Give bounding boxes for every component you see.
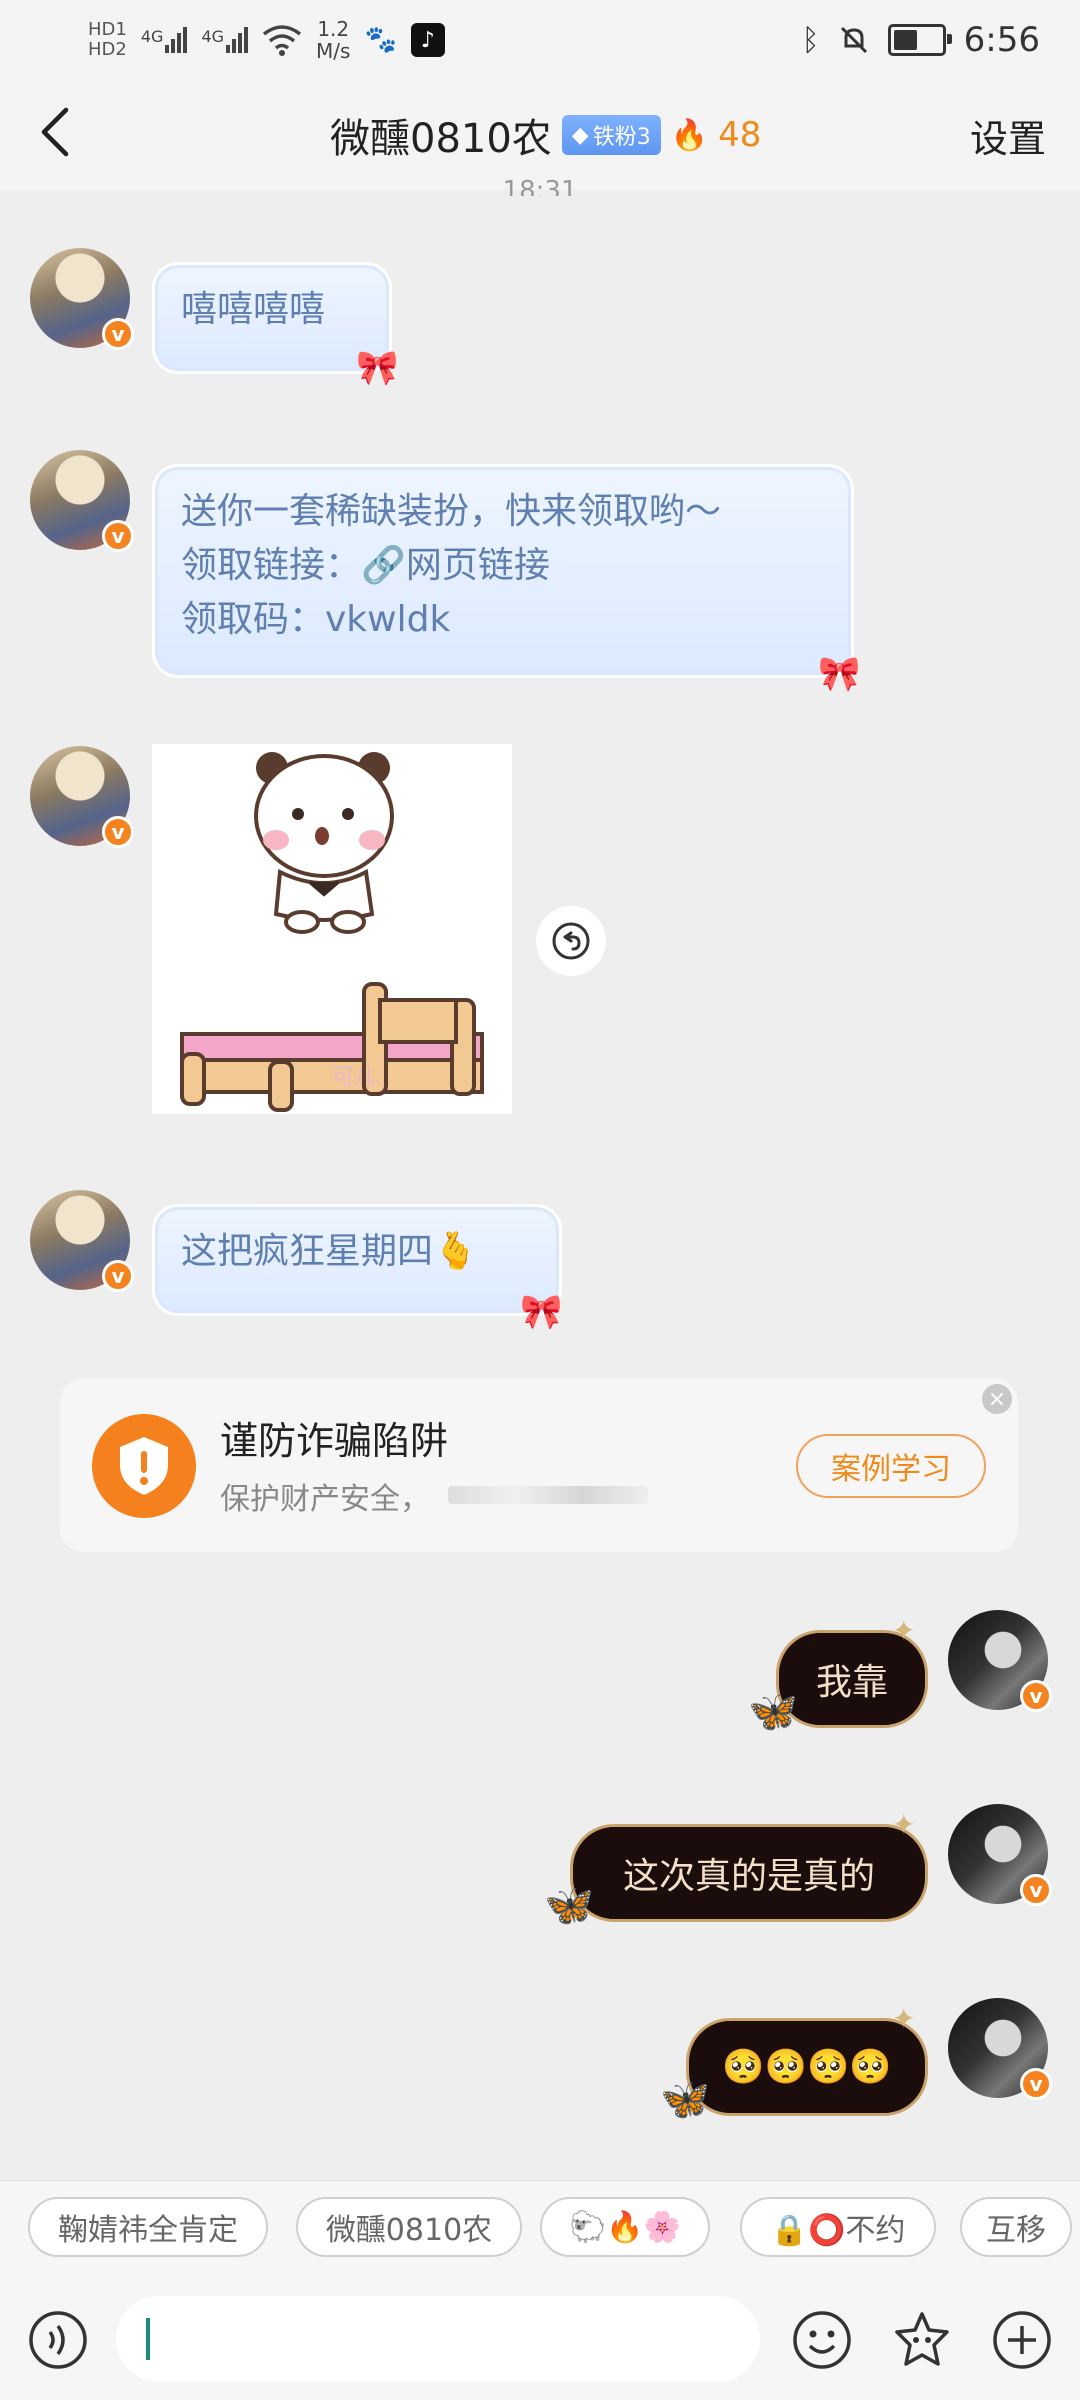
shield-warning-icon bbox=[92, 1414, 196, 1518]
my-avatar[interactable]: v bbox=[948, 1998, 1052, 2100]
intimacy-count: 48 bbox=[718, 115, 762, 155]
clock: 6:56 bbox=[963, 20, 1040, 60]
chat-header: 微醺0810农 ◆ 铁粉3 🔥 48 设置 bbox=[0, 80, 1080, 190]
sticker-icon[interactable] bbox=[892, 2310, 952, 2370]
outgoing-message-bubble[interactable]: 这次真的是真的 bbox=[570, 1824, 928, 1922]
verified-icon: v bbox=[102, 1260, 134, 1292]
link-icon: 🔗 bbox=[361, 545, 406, 586]
sparkle-icon: ✦ bbox=[892, 1614, 916, 1647]
baidu-paw-icon: 🐾 bbox=[364, 25, 397, 55]
voice-input-icon[interactable] bbox=[28, 2310, 88, 2370]
fraud-warning-card: 谨防诈骗陷阱 保护财产安全， 案例学习 × bbox=[60, 1378, 1018, 1552]
reply-arrow-icon bbox=[552, 922, 590, 960]
verified-icon: v bbox=[1020, 2068, 1052, 2100]
emoji-icon[interactable] bbox=[792, 2310, 852, 2370]
timestamp: 18:31 bbox=[502, 176, 578, 196]
reply-button[interactable] bbox=[536, 906, 606, 976]
mute-bell-icon bbox=[840, 26, 867, 54]
message-text: 嘻嘻嘻嘻 bbox=[181, 289, 326, 330]
contact-avatar[interactable]: v bbox=[30, 450, 134, 552]
verified-icon: v bbox=[1020, 1680, 1052, 1712]
message-text: 我靠 bbox=[815, 1662, 888, 1703]
incoming-message-bubble[interactable]: 这把疯狂星期四🫰 bbox=[152, 1204, 562, 1316]
case-study-button[interactable]: 案例学习 bbox=[796, 1434, 986, 1498]
sparkle-icon: ✦ bbox=[892, 2002, 916, 2035]
butterfly-decoration-icon: 🦋 bbox=[748, 1689, 798, 1735]
message-text-line: 领取码：vkwldk bbox=[181, 599, 451, 640]
status-bar: HD1 HD2 4G 4G 1.2 M/s 🐾 ♪ ᛒ 6:56 bbox=[0, 0, 1080, 80]
contact-avatar[interactable]: v bbox=[30, 248, 134, 350]
input-bar bbox=[0, 2280, 1080, 2400]
verified-icon: v bbox=[1020, 1874, 1052, 1906]
finger-heart-emoji: 🫰 bbox=[433, 1231, 478, 1272]
fire-icon: 🔥 bbox=[670, 117, 709, 153]
warning-subtitle: 保护财产安全， bbox=[220, 1482, 430, 1517]
my-avatar[interactable]: v bbox=[948, 1610, 1052, 1712]
close-icon[interactable]: × bbox=[982, 1384, 1012, 1414]
verified-icon: v bbox=[102, 520, 134, 552]
tiktok-icon: ♪ bbox=[410, 23, 445, 57]
butterfly-decoration-icon: 🦋 bbox=[660, 2077, 710, 2123]
message-text: 这次真的是真的 bbox=[622, 1856, 875, 1897]
link[interactable]: 🔗网页链接 bbox=[361, 545, 550, 586]
battery-icon bbox=[887, 24, 952, 56]
pleading-face-emojis: 🥺🥺🥺🥺 bbox=[722, 2047, 892, 2087]
quick-chip[interactable]: 🐑🔥🌸 bbox=[540, 2197, 710, 2257]
sparkle-icon: ✦ bbox=[892, 1808, 916, 1841]
contact-avatar[interactable]: v bbox=[30, 746, 134, 848]
plus-icon[interactable] bbox=[992, 2310, 1052, 2370]
diamond-icon: ◆ bbox=[571, 122, 589, 148]
panda-bed-sticker[interactable]: 可儿 bbox=[152, 744, 512, 1114]
fan-level-badge: ◆ 铁粉3 bbox=[561, 115, 661, 155]
quick-reply-bar: 鞠婧祎全肯定 微醺0810农 🐑🔥🌸 🔒⭕不约 互移 bbox=[0, 2180, 1080, 2281]
hd1-label: HD1 bbox=[88, 19, 127, 40]
sticker-watermark: 可儿 bbox=[332, 1065, 376, 1090]
wifi-icon bbox=[262, 25, 302, 56]
bow-decoration-icon: 🎀 bbox=[356, 348, 399, 388]
cell-signal-icon-2: 4G bbox=[201, 27, 249, 53]
quick-chip[interactable]: 鞠婧祎全肯定 bbox=[28, 2197, 268, 2257]
quick-chip[interactable]: 互移 bbox=[960, 2197, 1072, 2257]
verified-icon: v bbox=[102, 816, 134, 848]
warning-title: 谨防诈骗陷阱 bbox=[220, 1419, 449, 1463]
net-speed: 1.2 M/s bbox=[316, 17, 351, 63]
message-text-line: 送你一套稀缺装扮，快来领取哟～ bbox=[181, 491, 722, 532]
incoming-message-bubble[interactable]: 送你一套稀缺装扮，快来领取哟～ 领取链接：🔗网页链接 领取码：vkwldk bbox=[152, 464, 854, 678]
bluetooth-icon: ᛒ bbox=[801, 22, 820, 58]
hd2-label: HD2 bbox=[88, 39, 127, 60]
message-text-line: 领取链接：🔗网页链接 bbox=[181, 545, 550, 586]
message-input[interactable] bbox=[116, 2296, 760, 2382]
panda-illustration: 可儿 bbox=[180, 752, 484, 1112]
quick-chip[interactable]: 微醺0810农 bbox=[296, 2197, 522, 2257]
quick-chip[interactable]: 🔒⭕不约 bbox=[740, 2197, 936, 2257]
back-arrow-icon[interactable] bbox=[28, 102, 88, 162]
text-caret bbox=[146, 2318, 150, 2360]
butterfly-decoration-icon: 🦋 bbox=[544, 1883, 594, 1929]
blurred-text bbox=[448, 1486, 648, 1504]
settings-button[interactable]: 设置 bbox=[970, 108, 1046, 163]
chat-title: 微醺0810农 bbox=[330, 116, 552, 162]
verified-icon: v bbox=[102, 318, 134, 350]
my-avatar[interactable]: v bbox=[948, 1804, 1052, 1906]
message-text: 这把疯狂星期四 bbox=[181, 1231, 434, 1272]
contact-avatar[interactable]: v bbox=[30, 1190, 134, 1292]
cell-signal-icon: 4G bbox=[141, 27, 188, 53]
bow-decoration-icon: 🎀 bbox=[818, 654, 861, 694]
bow-decoration-icon: 🎀 bbox=[520, 1292, 563, 1332]
